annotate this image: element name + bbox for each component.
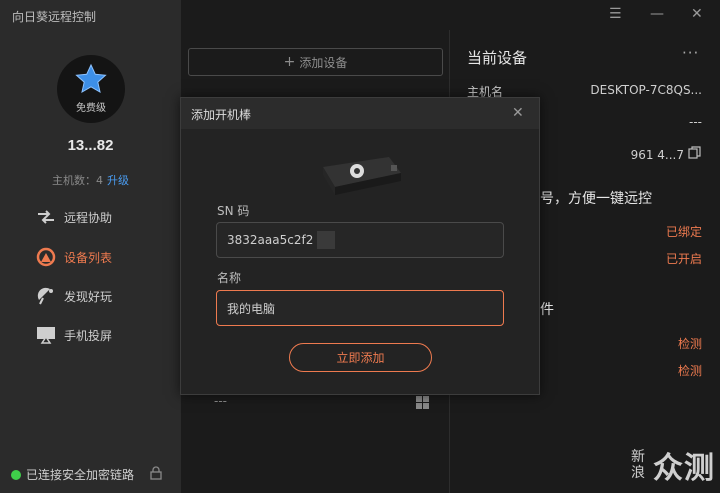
name-value: 我的电脑 (227, 301, 276, 316)
add-device-label: 添加设备 (299, 55, 348, 70)
windows-icon (416, 396, 429, 412)
nav-item-remote-assist[interactable]: 远程协助 (36, 206, 112, 228)
hostname-value: DESKTOP-7C8QS... (590, 83, 702, 97)
discover-icon (36, 286, 56, 306)
nav-item-discover[interactable]: 发现好玩 (36, 285, 112, 307)
connection-status-text: 已连接安全加密链路 (26, 468, 135, 482)
redacted-block (317, 231, 336, 249)
host-count-label: 主机数：4 (52, 174, 103, 187)
more-options-icon[interactable]: ··· (682, 44, 699, 62)
device-list-icon (36, 247, 56, 267)
check-link-2[interactable]: 检测 (678, 362, 702, 379)
nav-item-label: 远程协助 (64, 210, 113, 225)
current-device-title: 当前设备 (467, 49, 528, 67)
usb-stick-icon (319, 153, 403, 200)
add-now-button[interactable]: 立即添加 (289, 343, 432, 372)
user-id: 13...82 (67, 137, 114, 154)
upgrade-link[interactable]: 升级 (107, 174, 129, 187)
plus-icon: + (283, 54, 296, 70)
nav-item-label: 发现好玩 (64, 289, 113, 304)
nav-item-label: 手机投屏 (64, 328, 113, 343)
watermark: 新浪 众测 (631, 443, 715, 487)
sidebar: 向日葵远程控制 免费级 13...82 主机数：4 升级 远程协助 设备列表 发现… (0, 0, 181, 493)
avatar[interactable]: 免费级 (57, 55, 125, 123)
host-count: 主机数：4 升级 (0, 172, 181, 188)
remote-assist-icon (36, 207, 56, 227)
star-icon (75, 63, 107, 94)
nav-item-screen-cast[interactable]: 手机投屏 (36, 324, 112, 346)
sn-input[interactable]: 3832aaa5c2f2 (216, 222, 504, 258)
watermark-right: 众测 (653, 451, 715, 486)
close-icon[interactable]: ✕ (691, 6, 703, 22)
bound-status[interactable]: 已绑定 (666, 223, 702, 240)
enabled-status[interactable]: 已开启 (666, 250, 702, 267)
dialog-close-icon[interactable]: ✕ (512, 105, 524, 121)
bind-hint-text: 号，方便一键远控 (540, 191, 652, 207)
add-boot-stick-dialog: 添加开机棒 ✕ SN 码 3832aaa5c2f2 名称 我的电脑 立即添加 (180, 97, 540, 395)
add-device-button[interactable]: + 添加设备 (188, 48, 443, 76)
row2-value: --- (689, 115, 702, 129)
name-input[interactable]: 我的电脑 (216, 290, 504, 326)
tier-badge: 免费级 (76, 103, 106, 114)
minimize-icon[interactable]: — (650, 6, 664, 22)
nav-item-label: 设备列表 (64, 250, 113, 265)
dialog-header: 添加开机棒 ✕ (181, 98, 539, 129)
sn-value: 3832aaa5c2f2 (227, 233, 314, 247)
menu-icon[interactable]: ☰ (609, 6, 622, 22)
dialog-title: 添加开机棒 (191, 108, 252, 122)
status-dot (11, 469, 21, 480)
copy-icon[interactable] (688, 146, 701, 162)
screen-cast-icon (36, 325, 56, 345)
section-heading: 件 (540, 302, 554, 318)
device-code-value: 961 4...7 (630, 148, 684, 162)
check-link-1[interactable]: 检测 (678, 335, 702, 352)
name-label: 名称 (217, 271, 242, 285)
watermark-left: 新浪 (631, 449, 645, 481)
app-title: 向日葵远程控制 (12, 10, 97, 24)
nav-item-device-list[interactable]: 设备列表 (36, 246, 112, 268)
connection-status: 已连接安全加密链路 (11, 466, 134, 483)
lock-icon (150, 466, 162, 483)
device-row-value: --- (214, 394, 227, 408)
sn-label: SN 码 (217, 204, 250, 218)
